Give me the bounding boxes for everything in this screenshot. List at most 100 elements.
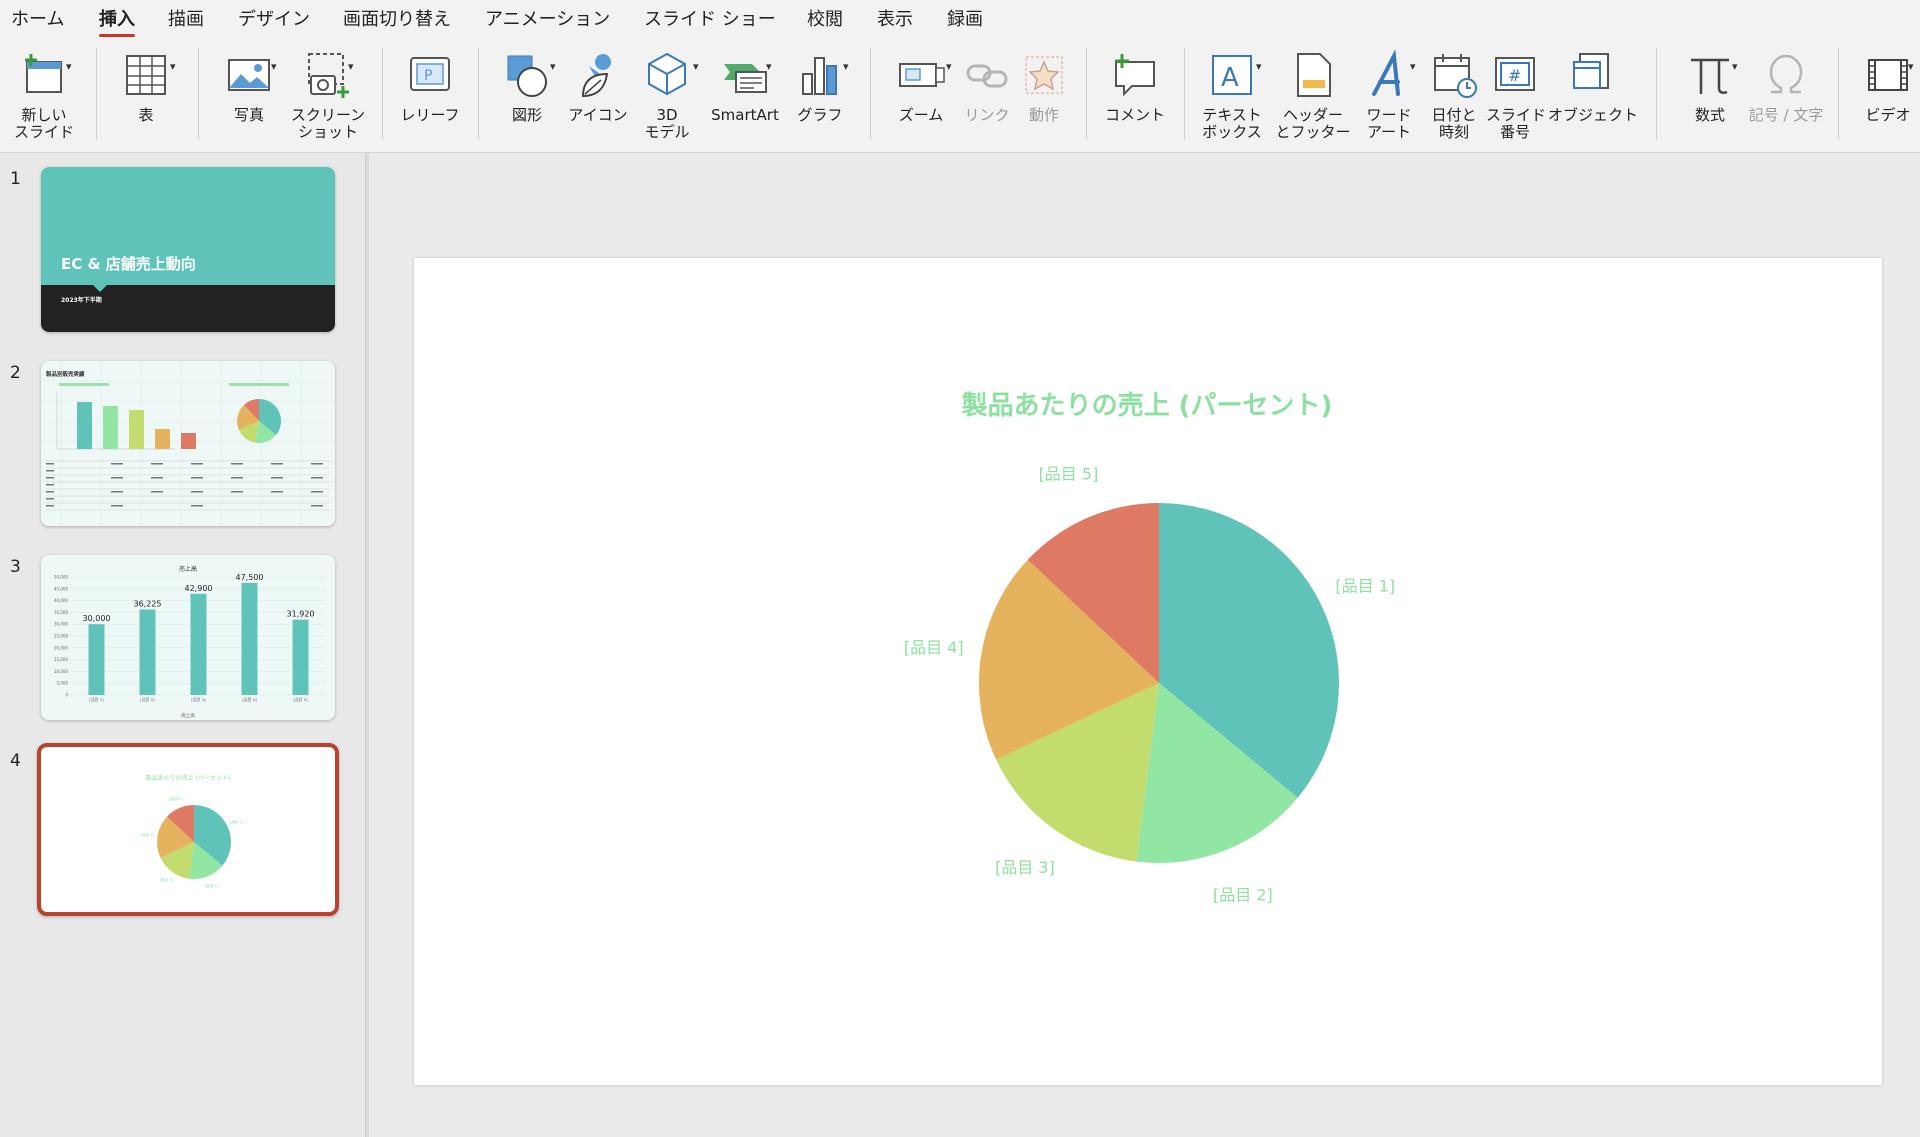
photo-icon (212, 50, 286, 102)
pie-label-3: [品目 3] (995, 858, 1055, 877)
tab-slideshow[interactable]: スライド ショー (644, 5, 776, 35)
zoom-icon (884, 50, 958, 102)
screenshot-icon (288, 50, 368, 102)
slide3-tick-label: 5,000 (57, 681, 69, 686)
slide3-value-label: 31,920 (287, 610, 315, 619)
slide4-preview: 製品あたりの売上 (パーセント) [品目 1] [品目 2] [品目 3] [品目 4… (141, 774, 244, 888)
slide3-category-label: [品目 1] (89, 697, 104, 702)
slide3-bar (241, 582, 258, 695)
object-icon (1548, 50, 1638, 102)
slide3-tick-label: 15,000 (54, 657, 68, 662)
tab-draw[interactable]: 描画 (168, 5, 204, 35)
tab-design[interactable]: デザイン (238, 5, 310, 35)
thumb-pie-label-2: [品目 2] (205, 883, 219, 888)
slide-thumbnail-2[interactable]: 製品別販売実績 (41, 361, 335, 526)
tab-insert[interactable]: 挿入 (99, 5, 135, 37)
slide3-bar (190, 593, 207, 695)
icons-button[interactable]: アイコン (566, 50, 630, 150)
tab-home[interactable]: ホーム (11, 5, 64, 35)
chevron-down-icon[interactable]: ▾ (1256, 60, 1262, 73)
thumb-pie-label-3: [品目 3] (160, 877, 174, 882)
slide-thumbnail-1[interactable]: EC & 店舗売上動向 2023年下半期 (41, 167, 335, 332)
slide-thumbnail-4[interactable]: 製品あたりの売上 (パーセント) [品目 1] [品目 2] [品目 3] [品目 4… (37, 743, 339, 916)
current-slide[interactable]: 製品あたりの売上 (パーセント) [品目 1] [品目 2] [品目 3] [品目 4… (414, 258, 1882, 1085)
slide3-tick-label: 0 (65, 693, 68, 698)
thumb-pie-label-4: [品目 4] (141, 832, 155, 837)
chevron-down-icon[interactable]: ▾ (1410, 60, 1416, 73)
tab-view[interactable]: 表示 (877, 5, 913, 35)
chevron-down-icon[interactable]: ▾ (843, 60, 849, 73)
link-button[interactable]: リンク (958, 50, 1016, 150)
screenshot-button[interactable]: スクリーン ショット (288, 50, 368, 150)
chevron-down-icon[interactable]: ▾ (946, 60, 952, 73)
comment-icon (1100, 50, 1170, 102)
chevron-down-icon[interactable]: ▾ (348, 60, 354, 73)
slide3-value-label: 30,000 (83, 614, 111, 623)
symbol-button[interactable]: 記号 / 文字 (1748, 50, 1824, 150)
slide3-tick-label: 35,000 (54, 610, 68, 615)
svg-text:A: A (1221, 63, 1239, 93)
slide2-title: 製品別販売実績 (46, 370, 85, 378)
table-icon (108, 50, 184, 102)
slide1-subtitle: 2023年下半期 (61, 297, 102, 304)
thumb-pie-label-1: [品目 1] (230, 819, 244, 824)
cameo-icon: P (396, 50, 464, 102)
tab-animations[interactable]: アニメーション (485, 5, 610, 35)
slide3-bar (292, 619, 309, 695)
slide3-category-label: [品目 5] (293, 697, 308, 702)
chart-icon (786, 50, 854, 102)
header-footer-button[interactable]: ヘッダー とフッター (1272, 50, 1354, 150)
cameo-button[interactable]: P レリーフ (396, 50, 464, 150)
icons-icon (566, 50, 630, 102)
header-footer-icon (1272, 50, 1354, 102)
film-icon (1852, 50, 1920, 102)
pie-label-1: [品目 1] (1335, 577, 1395, 596)
pie-chart[interactable]: 製品あたりの売上 (パーセント) [品目 1] [品目 2] [品目 3] [品目 4… (414, 258, 1882, 1085)
chevron-down-icon[interactable]: ▾ (271, 60, 277, 73)
tab-record[interactable]: 録画 (947, 5, 983, 35)
chevron-down-icon[interactable]: ▾ (550, 60, 556, 73)
pie-label-4: [品目 4] (904, 638, 964, 657)
slide3-value-label: 42,900 (185, 584, 213, 593)
chevron-down-icon[interactable]: ▾ (66, 60, 72, 73)
object-button[interactable]: オブジェクト (1548, 50, 1638, 150)
smartart-button[interactable]: SmartArt (706, 50, 784, 150)
comment-button[interactable]: コメント (1100, 50, 1170, 150)
slide3-bar (88, 624, 105, 695)
slide-number-2: 2 (10, 363, 21, 383)
slide3-tick-label: 30,000 (54, 622, 68, 627)
new-slide-icon (6, 50, 82, 102)
3d-models-button[interactable]: 3D モデル (636, 50, 698, 150)
thumb-pie-label-5: [品目 5] (169, 796, 183, 801)
date-time-button[interactable]: 日付と 時刻 (1424, 50, 1484, 150)
slide4-preview-title: 製品あたりの売上 (パーセント) (146, 774, 231, 782)
chevron-down-icon[interactable]: ▾ (693, 60, 699, 73)
slide3-tick-label: 25,000 (54, 634, 68, 639)
slide3-tick-label: 20,000 (54, 645, 68, 650)
slide3-tick-label: 10,000 (54, 669, 68, 674)
tab-transitions[interactable]: 画面切り替え (343, 5, 451, 35)
slide-thumbnail-3[interactable]: 売上高 売上高 50,000 45,000 40,000 35,000 30,000 25… (41, 555, 335, 720)
chevron-down-icon[interactable]: ▾ (1732, 60, 1738, 73)
slide-thumbnails-panel: 1 EC & 店舗売上動向 2023年下半期 2 製品別販売実績 3 売上高 売… (0, 153, 366, 1137)
ribbon-insert: 新しい スライド ▾ 表 ▾ 写真 ▾ スクリーン ショット ▾ P レリーフ … (0, 40, 1920, 153)
chart-title: 製品あたりの売上 (パーセント) (962, 391, 1333, 421)
slide3-axis-label: 売上高 (181, 712, 195, 719)
chevron-down-icon[interactable]: ▾ (1908, 60, 1914, 73)
calendar-icon (1424, 50, 1484, 102)
pie-label-2: [品目 2] (1213, 886, 1273, 905)
shapes-icon (492, 50, 562, 102)
slide3-bar (139, 609, 156, 695)
slide3-category-label: [品目 4] (242, 697, 257, 702)
chevron-down-icon[interactable]: ▾ (766, 60, 772, 73)
cube-icon (636, 50, 698, 102)
tab-review[interactable]: 校閲 (807, 5, 843, 35)
slide3-title: 売上高 (179, 565, 197, 573)
slide-number-3: 3 (10, 557, 21, 577)
slide-number-button[interactable]: # スライド 番号 (1486, 50, 1546, 150)
action-button[interactable]: 動作 (1018, 50, 1070, 150)
chevron-down-icon[interactable]: ▾ (170, 60, 176, 73)
textbox-icon: A (1196, 50, 1268, 102)
smartart-icon (706, 50, 784, 102)
slide3-tick-label: 50,000 (54, 575, 68, 580)
